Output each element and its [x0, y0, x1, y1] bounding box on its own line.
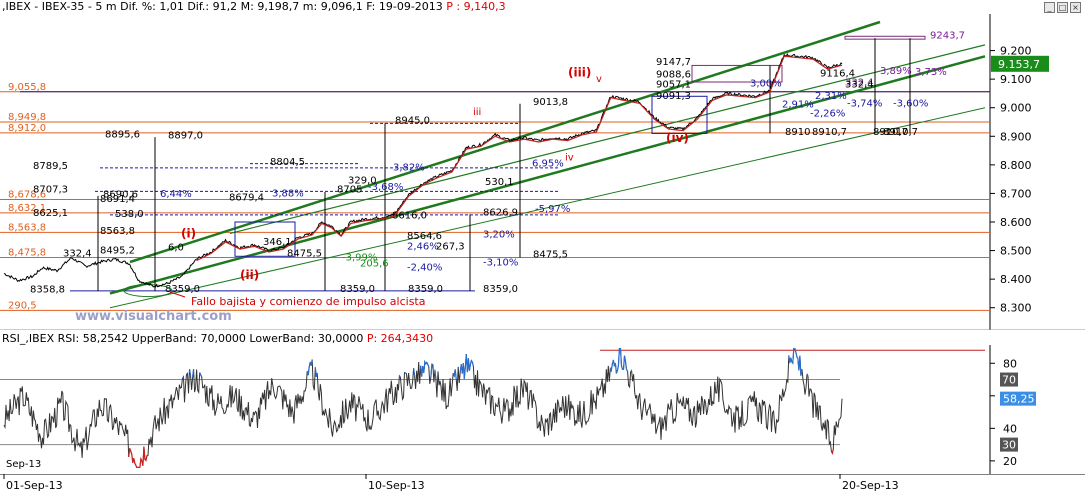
price-annotation: 3,82% [393, 163, 425, 174]
rsi-last-label: 58,25 [1003, 393, 1035, 406]
price-annotation: 8625,1 [33, 208, 68, 219]
rsi-ytick-label: 80 [1003, 357, 1017, 370]
price-annotation: 9147,7 [656, 57, 691, 68]
last-price-label: 9.153,7 [998, 58, 1040, 71]
wave-label: (iv) [666, 131, 689, 145]
price-annotation: 8910,7 [812, 127, 847, 138]
price-ytick-label: 9.200 [1000, 45, 1032, 58]
price-annotation: 8359,0 [340, 284, 375, 295]
price-annotation: 3,89% [880, 66, 912, 77]
price-annotation: 3,73% [915, 67, 947, 78]
wave-label: (i) [181, 227, 196, 241]
price-annotation: 6,44% [160, 189, 192, 200]
price-ytick-label: 8.800 [1000, 159, 1032, 172]
rsi-band-label: 30 [1002, 439, 1016, 452]
price-annotation: 9013,8 [533, 97, 568, 108]
price-annotation: 9057,1 [656, 80, 691, 91]
wave-label: (ii) [240, 268, 259, 282]
rsi-ytick-label: 40 [1003, 422, 1017, 435]
price-annotation: 8789,5 [33, 161, 68, 172]
price-annotation: 267,3 [436, 242, 465, 253]
price-ytick-label: 8.600 [1000, 216, 1032, 229]
price-annotation: 3,20% [483, 229, 515, 240]
price-annotation: 530,1 [485, 177, 514, 188]
note-label: Fallo bajista y comienzo de impulso alci… [191, 295, 425, 308]
price-annotation: 8626,9 [483, 208, 518, 219]
date-tick-label: 20-Sep-13 [842, 479, 899, 492]
price-annotation: -2,26% [810, 108, 845, 119]
fib-level-label: 8,563,8 [8, 222, 46, 233]
rsi-date-label: Sep-13 [6, 459, 41, 470]
price-annotation: 8897,0 [168, 130, 203, 141]
date-axis: 01-Sep-13 10-Sep-13 20-Sep-13 [0, 474, 1085, 492]
price-annotation: 3,00% [750, 78, 782, 89]
date-tick-label: 01-Sep-13 [6, 479, 63, 492]
price-annotation: 8475,5 [287, 248, 322, 259]
price-ytick-label: 8.700 [1000, 187, 1032, 200]
price-annotation: 3,88% [272, 188, 304, 199]
price-annotation: 8910,7 [873, 127, 908, 138]
price-annotation: 538,0 [115, 209, 144, 220]
price-annotation: 8705 [337, 185, 362, 196]
rsi-band-label: 70 [1002, 374, 1016, 387]
price-annotation: 8564,6 [407, 231, 442, 242]
price-ytick-label: 8.900 [1000, 130, 1032, 143]
price-annotation: 2,31% [815, 91, 847, 102]
price-annotation: -3,10% [483, 257, 518, 268]
price-annotation: 8707,3 [33, 185, 68, 196]
price-annotation: 9091,3 [656, 91, 691, 102]
rsi-overbought-segment [186, 372, 188, 375]
price-annotation: 9243,7 [930, 30, 965, 41]
price-annotation: 205,6 [360, 258, 389, 269]
small-wave-label: v [596, 74, 602, 85]
watermark-label: www.visualchart.com [75, 309, 232, 324]
rsi-overbought-segment [398, 375, 401, 378]
price-annotation: 8895,6 [105, 130, 140, 141]
rsi-chart: 80604020703058,25Sep-13 [0, 345, 1036, 474]
small-wave-label: iii [473, 107, 481, 118]
price-annotation: 8563,8 [100, 226, 135, 237]
rsi-overbought-segment [630, 370, 633, 373]
price-annotation: 8495,2 [100, 245, 135, 256]
price-annotation: 8359,0 [408, 284, 443, 295]
price-annotation: -3,60% [893, 98, 928, 109]
fib-level-label: 9,055,8 [8, 82, 46, 93]
rsi-ytick-label: 20 [1003, 455, 1017, 468]
price-annotation: 8475,5 [533, 250, 568, 261]
chart-window: ,IBEX - IBEX-35 - 5 m Dif. %: 1,01 Dif.:… [0, 0, 1085, 495]
price-ytick-label: 8.400 [1000, 273, 1032, 286]
price-ytick-label: 8.300 [1000, 302, 1032, 315]
price-annotation: 8910 [785, 127, 810, 138]
price-annotation: 8804,5 [270, 157, 305, 168]
fib-level-label: 8,949,8 [8, 112, 46, 123]
price-annotation: 8359,0 [483, 284, 518, 295]
wave-label: (iii) [568, 65, 591, 79]
price-annotation: 332,4 [63, 248, 92, 259]
price-annotation: 8691,4 [100, 194, 135, 205]
price-annotation: 2,91% [782, 100, 814, 111]
price-annotation: 6,95% [532, 158, 564, 169]
price-annotation: 9116,4 [820, 68, 855, 79]
fib-level-label: 8,912,0 [8, 123, 46, 134]
date-tick-label: 10-Sep-13 [368, 479, 425, 492]
price-annotation: 332,4 [845, 80, 874, 91]
price-annotation: 2,46% [407, 242, 439, 253]
price-annotation: 8358,8 [30, 284, 65, 295]
price-annotation: 8679,4 [229, 193, 264, 204]
price-annotation: 8945,0 [395, 115, 430, 126]
price-ytick-label: 9.100 [1000, 73, 1032, 86]
price-ytick-label: 8.500 [1000, 245, 1032, 258]
price-ytick-label: 9.000 [1000, 102, 1032, 115]
price-annotation: -3,68% [368, 182, 403, 193]
price-annotation: -2,40% [407, 263, 442, 274]
price-annotation: -5,97% [535, 204, 570, 215]
price-annotation: -3,74% [847, 98, 882, 109]
price-chart: 9,055,88,949,88,912,08,678,68,632,18,563… [0, 14, 1085, 330]
fib-level-label: 290,5 [8, 300, 37, 311]
price-annotation: 6,0 [168, 243, 184, 254]
small-wave-label: iv [565, 153, 574, 164]
fib-level-label: 8,475,8 [8, 247, 46, 258]
